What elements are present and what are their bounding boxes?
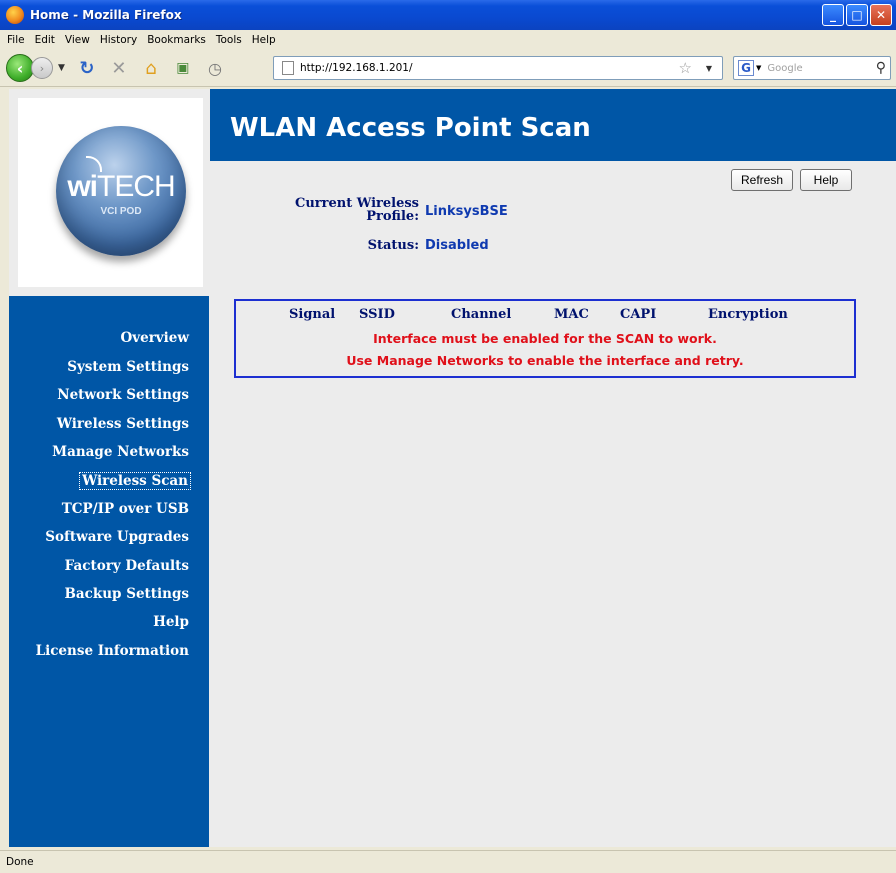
search-icon[interactable]: ⚲	[876, 60, 886, 76]
menu-bar: File Edit View History Bookmarks Tools H…	[0, 30, 896, 50]
status-text: Done	[6, 856, 34, 868]
profile-label-line2: Profile:	[366, 209, 419, 224]
history-clock-icon[interactable]: ◷	[205, 59, 225, 78]
search-placeholder[interactable]: Google	[767, 63, 802, 74]
logo-subtitle: VCI POD	[100, 206, 142, 217]
scan-hint-message: Use Manage Networks to enable the interf…	[346, 353, 744, 368]
url-dropdown-icon[interactable]: ▼	[706, 64, 712, 73]
sidebar-item-network-settings[interactable]: Network Settings	[57, 387, 189, 403]
column-header-signal: Signal	[289, 307, 336, 322]
page-content: wiTECH VCI POD Overview System Settings …	[9, 89, 896, 847]
page-title: WLAN Access Point Scan	[230, 113, 591, 143]
sidebar-item-backup-settings[interactable]: Backup Settings	[65, 586, 189, 602]
scan-results-table: Signal SSID Channel MAC CAPI Encryption …	[234, 299, 856, 378]
window-controls: _ □ ✕	[822, 4, 892, 26]
sidebar-item-help[interactable]: Help	[153, 614, 189, 630]
sidebar-item-overview[interactable]: Overview	[121, 330, 190, 346]
navigation-toolbar: ‹ › ▼ ↻ ✕ ⌂ ▣ ◷ http://192.168.1.201/ ☆ …	[0, 50, 896, 87]
status-bar: Done	[0, 850, 896, 873]
profile-value: LinksysBSE	[425, 204, 508, 219]
sidebar-item-factory-defaults[interactable]: Factory Defaults	[65, 558, 189, 574]
home-icon[interactable]: ⌂	[141, 58, 161, 79]
menu-history[interactable]: History	[100, 34, 137, 46]
sidebar-item-wireless-scan[interactable]: Wireless Scan	[79, 472, 191, 490]
menu-help[interactable]: Help	[252, 34, 276, 46]
column-header-channel: Channel	[451, 307, 512, 322]
search-bar[interactable]: G ▼ Google ⚲	[733, 56, 891, 80]
column-header-mac: MAC	[554, 307, 589, 322]
menu-view[interactable]: View	[65, 34, 90, 46]
scan-error-message: Interface must be enabled for the SCAN t…	[373, 331, 717, 346]
firefox-icon	[6, 6, 24, 24]
logo-panel: wiTECH VCI POD	[18, 98, 203, 287]
window-title: Home - Mozilla Firefox	[30, 8, 182, 22]
title-bar: Home - Mozilla Firefox _ □ ✕	[0, 0, 896, 30]
sidebar-item-system-settings[interactable]: System Settings	[67, 359, 189, 375]
sidebar-nav: Overview System Settings Network Setting…	[9, 296, 209, 847]
maximize-button[interactable]: □	[846, 4, 868, 26]
witech-logo: wiTECH VCI POD	[56, 126, 186, 256]
browser-window: Home - Mozilla Firefox _ □ ✕ File Edit V…	[0, 0, 896, 873]
status-value: Disabled	[425, 238, 489, 253]
page-banner: WLAN Access Point Scan	[210, 89, 896, 161]
refresh-button[interactable]: Refresh	[731, 169, 793, 191]
close-button[interactable]: ✕	[870, 4, 892, 26]
minimize-button[interactable]: _	[822, 4, 844, 26]
menu-bookmarks[interactable]: Bookmarks	[147, 34, 206, 46]
sidebar-item-manage-networks[interactable]: Manage Networks	[52, 444, 189, 460]
menu-file[interactable]: File	[7, 34, 25, 46]
url-bar[interactable]: http://192.168.1.201/ ☆ ▼	[273, 56, 723, 80]
add-bookmark-icon[interactable]: ▣	[173, 60, 193, 76]
history-dropdown-icon[interactable]: ▼	[58, 63, 65, 73]
url-text[interactable]: http://192.168.1.201/	[300, 62, 413, 74]
sidebar-item-license-information[interactable]: License Information	[36, 643, 189, 659]
status-label: Status:	[367, 238, 419, 253]
forward-button[interactable]: ›	[31, 57, 53, 79]
column-header-encryption: Encryption	[708, 307, 788, 322]
sidebar-item-software-upgrades[interactable]: Software Upgrades	[45, 529, 189, 545]
column-header-ssid: SSID	[359, 307, 395, 322]
page-icon	[282, 61, 294, 75]
column-header-capi: CAPI	[620, 307, 657, 322]
logo-brand: wiTECH	[67, 170, 175, 203]
stop-icon[interactable]: ✕	[109, 58, 129, 79]
search-engine-icon[interactable]: G	[738, 60, 754, 76]
menu-tools[interactable]: Tools	[216, 34, 242, 46]
reload-icon[interactable]: ↻	[77, 58, 97, 79]
sidebar-item-wireless-settings[interactable]: Wireless Settings	[57, 416, 189, 432]
sidebar-item-tcpip-over-usb[interactable]: TCP/IP over USB	[62, 501, 189, 517]
menu-edit[interactable]: Edit	[35, 34, 55, 46]
back-button[interactable]: ‹	[6, 54, 34, 82]
help-button[interactable]: Help	[800, 169, 852, 191]
search-engine-dropdown-icon[interactable]: ▼	[756, 64, 761, 72]
bookmark-star-icon[interactable]: ☆	[679, 59, 692, 77]
